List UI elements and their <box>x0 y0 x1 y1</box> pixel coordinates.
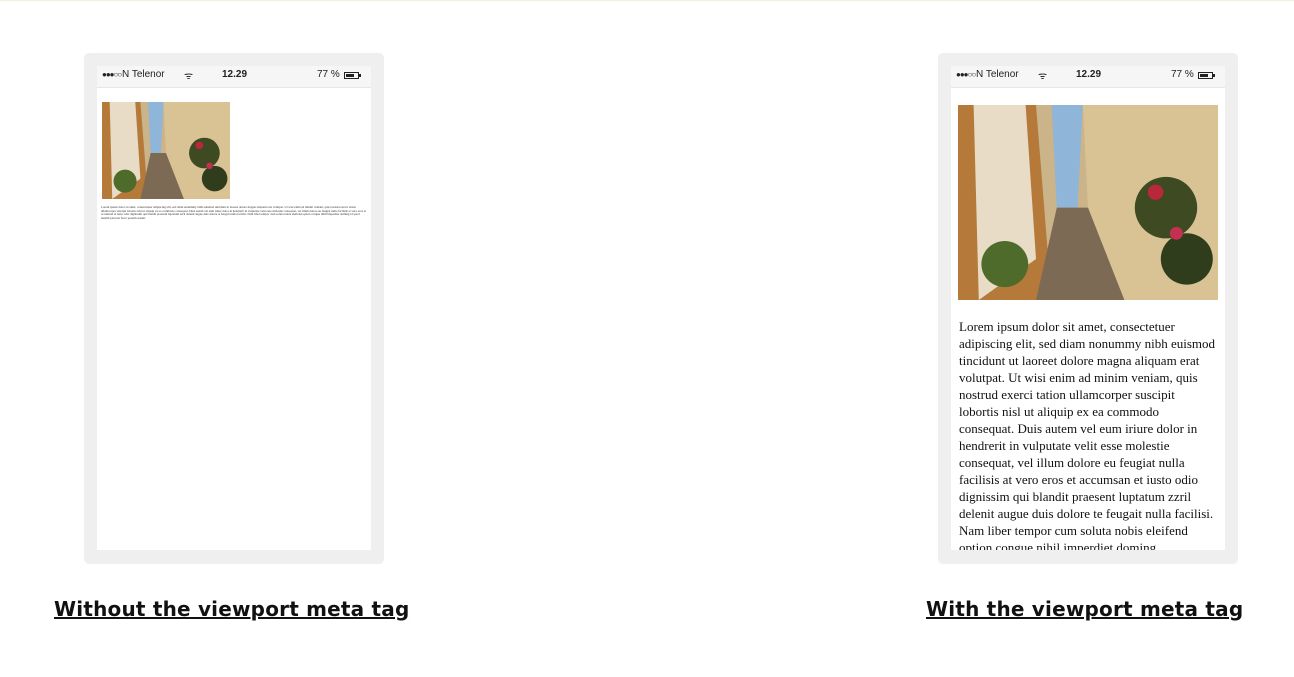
wifi-icon: ᯤ <box>184 71 194 82</box>
signal-icon: ●●●○○ <box>956 70 976 79</box>
wifi-icon: ᯤ <box>1038 71 1048 82</box>
status-time: 12.29 <box>1076 69 1102 80</box>
phone-mockup: ●●●○○ N Telenor ᯤ 12.29 77 % Lorem ipsum… <box>938 53 1238 564</box>
caption-with-viewport: With the viewport meta tag <box>926 597 1244 621</box>
phone-screen: ●●●○○ N Telenor ᯤ 12.29 77 % Lorem ipsum… <box>951 66 1225 550</box>
battery-percent: 77 % <box>317 69 340 80</box>
status-bar: ●●●○○ N Telenor ᯤ 12.29 77 % <box>97 66 371 88</box>
status-time: 12.29 <box>222 69 248 80</box>
battery-icon <box>1198 72 1215 79</box>
alley-photo <box>958 105 1218 300</box>
phone-mockup: ●●●○○ N Telenor ᯤ 12.29 77 % Lorem ipsum… <box>84 53 384 564</box>
body-text: Lorem ipsum dolor sit amet, consectetuer… <box>959 319 1216 550</box>
signal-icon: ●●●○○ <box>102 70 122 79</box>
status-bar: ●●●○○ N Telenor ᯤ 12.29 77 % <box>951 66 1225 88</box>
body-text-tiny: Lorem ipsum dolor sit amet, consectetuer… <box>101 205 366 221</box>
carrier-name: N Telenor <box>122 69 165 80</box>
carrier-name: N Telenor <box>976 69 1019 80</box>
battery-icon <box>344 72 361 79</box>
battery-percent: 77 % <box>1171 69 1194 80</box>
top-border <box>0 0 1294 1</box>
alley-photo <box>102 102 230 199</box>
phone-screen: ●●●○○ N Telenor ᯤ 12.29 77 % Lorem ipsum… <box>97 66 371 550</box>
caption-without-viewport: Without the viewport meta tag <box>54 597 410 621</box>
